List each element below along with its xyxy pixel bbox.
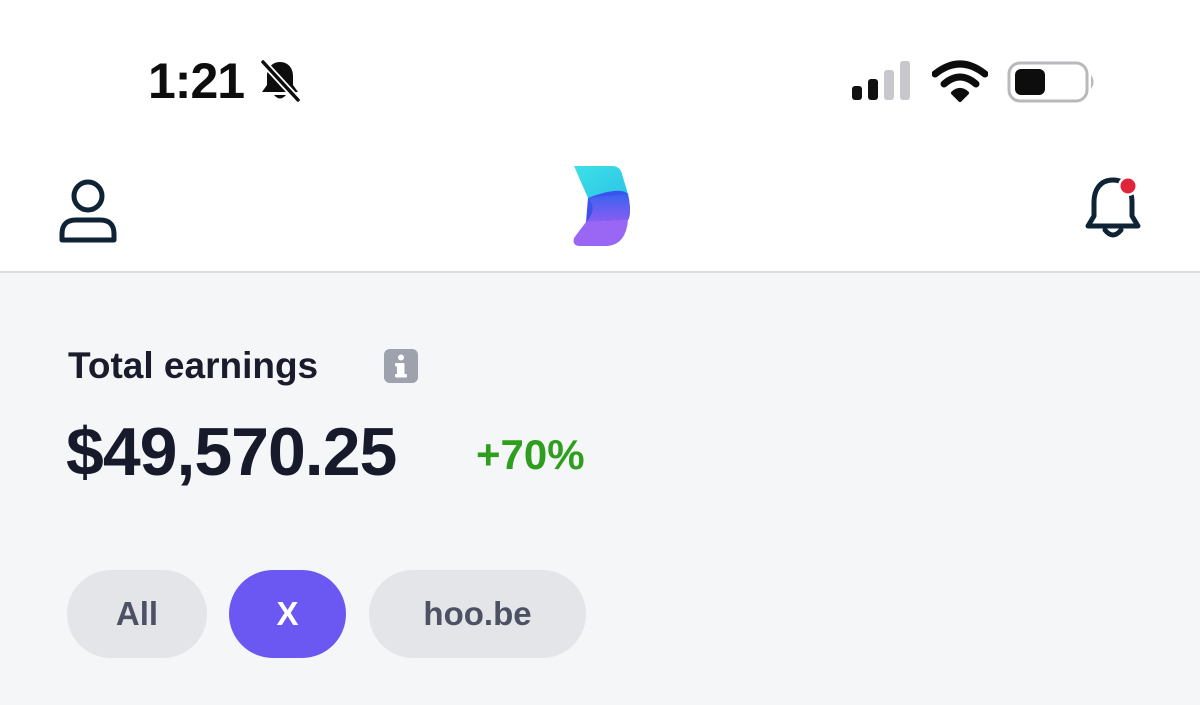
app-header (0, 140, 1200, 273)
battery-icon (1007, 61, 1094, 103)
status-bar: 1:21 (0, 0, 1200, 140)
total-earnings-label: Total earnings (68, 345, 319, 386)
wifi-icon (932, 60, 988, 102)
cellular-signal-icon (852, 61, 910, 100)
filter-chip-x[interactable]: X (229, 570, 346, 658)
status-time: 1:21 (148, 53, 245, 109)
filter-chip-hoobe[interactable]: hoo.be (369, 570, 586, 658)
app-logo (573, 166, 630, 246)
earnings-section: Total earnings $49,570.25 +70% All X hoo… (0, 273, 1200, 705)
notification-dot (1120, 178, 1136, 194)
notifications-button[interactable] (1080, 172, 1150, 244)
bell-slash-icon (259, 58, 302, 104)
total-earnings-amount: $49,570.25 (66, 414, 397, 490)
user-profile-icon[interactable] (56, 178, 120, 246)
bell-icon (1085, 176, 1141, 238)
earnings-change-percent: +70% (476, 431, 585, 478)
filter-chip-all[interactable]: All (67, 570, 207, 658)
info-icon[interactable] (384, 349, 418, 383)
